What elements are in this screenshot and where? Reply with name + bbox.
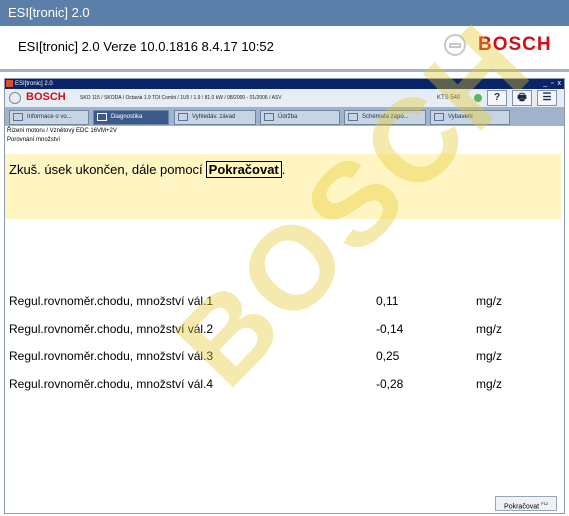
measure-value-cyl4: -0,28 [376, 377, 404, 391]
measure-value-cyl1: 0,11 [376, 294, 399, 308]
measure-unit-cyl2: mg/z [476, 322, 503, 336]
tab-equipment[interactable]: Vybavení [430, 110, 510, 125]
tab-label: Vyhledáv. závad [192, 114, 236, 120]
inner-window-titlebar: ESI[tronic] 2.0 _ ▫ x [5, 79, 564, 89]
tab-troubleshooting[interactable]: Vyhledáv. závad [174, 110, 256, 125]
continue-key-label: Pokračovat [205, 161, 282, 178]
measure-label-cyl3: Regul.rovnoměr.chodu, množství vál.3 [9, 349, 214, 363]
menu-button[interactable]: ☰ [537, 90, 557, 106]
tab-wiring-diagrams[interactable]: Schémata zapo... [344, 110, 426, 125]
measure-label-cyl1: Regul.rovnoměr.chodu, množství vál.1 [9, 294, 214, 308]
continue-key-hint: F12 [541, 501, 548, 506]
breadcrumb-test: Porovnání množství [7, 137, 61, 143]
window-app-icon [6, 80, 13, 87]
measure-value-cyl3: 0,25 [376, 349, 400, 363]
diagnostics-icon [97, 113, 107, 121]
tab-label: Diagnostika [111, 114, 143, 120]
app-title-bar: ESI[tronic] 2.0 [0, 0, 569, 26]
tab-label: Údržba [278, 114, 298, 120]
app-title: ESI[tronic] 2.0 [8, 5, 90, 20]
connection-status-icon [474, 94, 482, 102]
measure-label-cyl2: Regul.rovnoměr.chodu, množství vál.2 [9, 322, 214, 336]
device-name: KTS 540 [437, 95, 461, 101]
wiring-icon [348, 113, 358, 121]
bosch-small-logo-icon [9, 92, 21, 104]
version-info: ESI[tronic] 2.0 Verze 10.0.1816 8.4.17 1… [18, 39, 274, 54]
measure-value-cyl2: -0,14 [376, 322, 404, 336]
car-info-icon [13, 113, 23, 121]
help-button[interactable]: ? [487, 90, 507, 106]
equipment-icon [434, 113, 444, 121]
tab-label: Schémata zapo... [362, 114, 409, 120]
maintenance-icon [264, 113, 274, 121]
print-button[interactable]: 🖶 [512, 90, 532, 106]
measure-unit-cyl1: mg/z [476, 294, 503, 308]
inner-window-title: ESI[tronic] 2.0 [15, 81, 53, 87]
vehicle-description: SKO 115 / SKODA / Octavia 1.9 TDI Combi … [80, 95, 282, 101]
measure-unit-cyl3: mg/z [476, 349, 503, 363]
instruction-message: Zkuš. úsek ukončen, dále pomocí [9, 162, 203, 177]
bosch-brand: BOSCH [478, 34, 552, 55]
measure-label-cyl4: Regul.rovnoměr.chodu, množství vál.4 [9, 377, 214, 391]
tab-label: Informace o vo... [27, 114, 72, 120]
header-divider [0, 69, 569, 72]
continue-button[interactable]: Pokračovat F12 [495, 496, 557, 511]
tab-maintenance[interactable]: Údržba [260, 110, 340, 125]
instruction-suffix: . [281, 162, 286, 177]
bosch-small-brand: BOSCH [26, 91, 66, 103]
breadcrumb-system: Řízení motoru / Vznětový EDC 16VM+2V [7, 128, 117, 134]
tab-vehicle-info[interactable]: Informace o vo... [9, 110, 89, 125]
window-controls[interactable]: _ ▫ x [543, 79, 562, 89]
tab-diagnostics[interactable]: Diagnostika [93, 110, 169, 125]
tab-label: Vybavení [448, 114, 473, 120]
instruction-text: Zkuš. úsek ukončen, dále pomocí Pokračova… [9, 161, 285, 178]
troubleshooting-icon [178, 113, 188, 121]
continue-button-label: Pokračovat [504, 503, 540, 511]
measure-unit-cyl4: mg/z [476, 377, 503, 391]
bosch-logo-icon [444, 34, 466, 56]
